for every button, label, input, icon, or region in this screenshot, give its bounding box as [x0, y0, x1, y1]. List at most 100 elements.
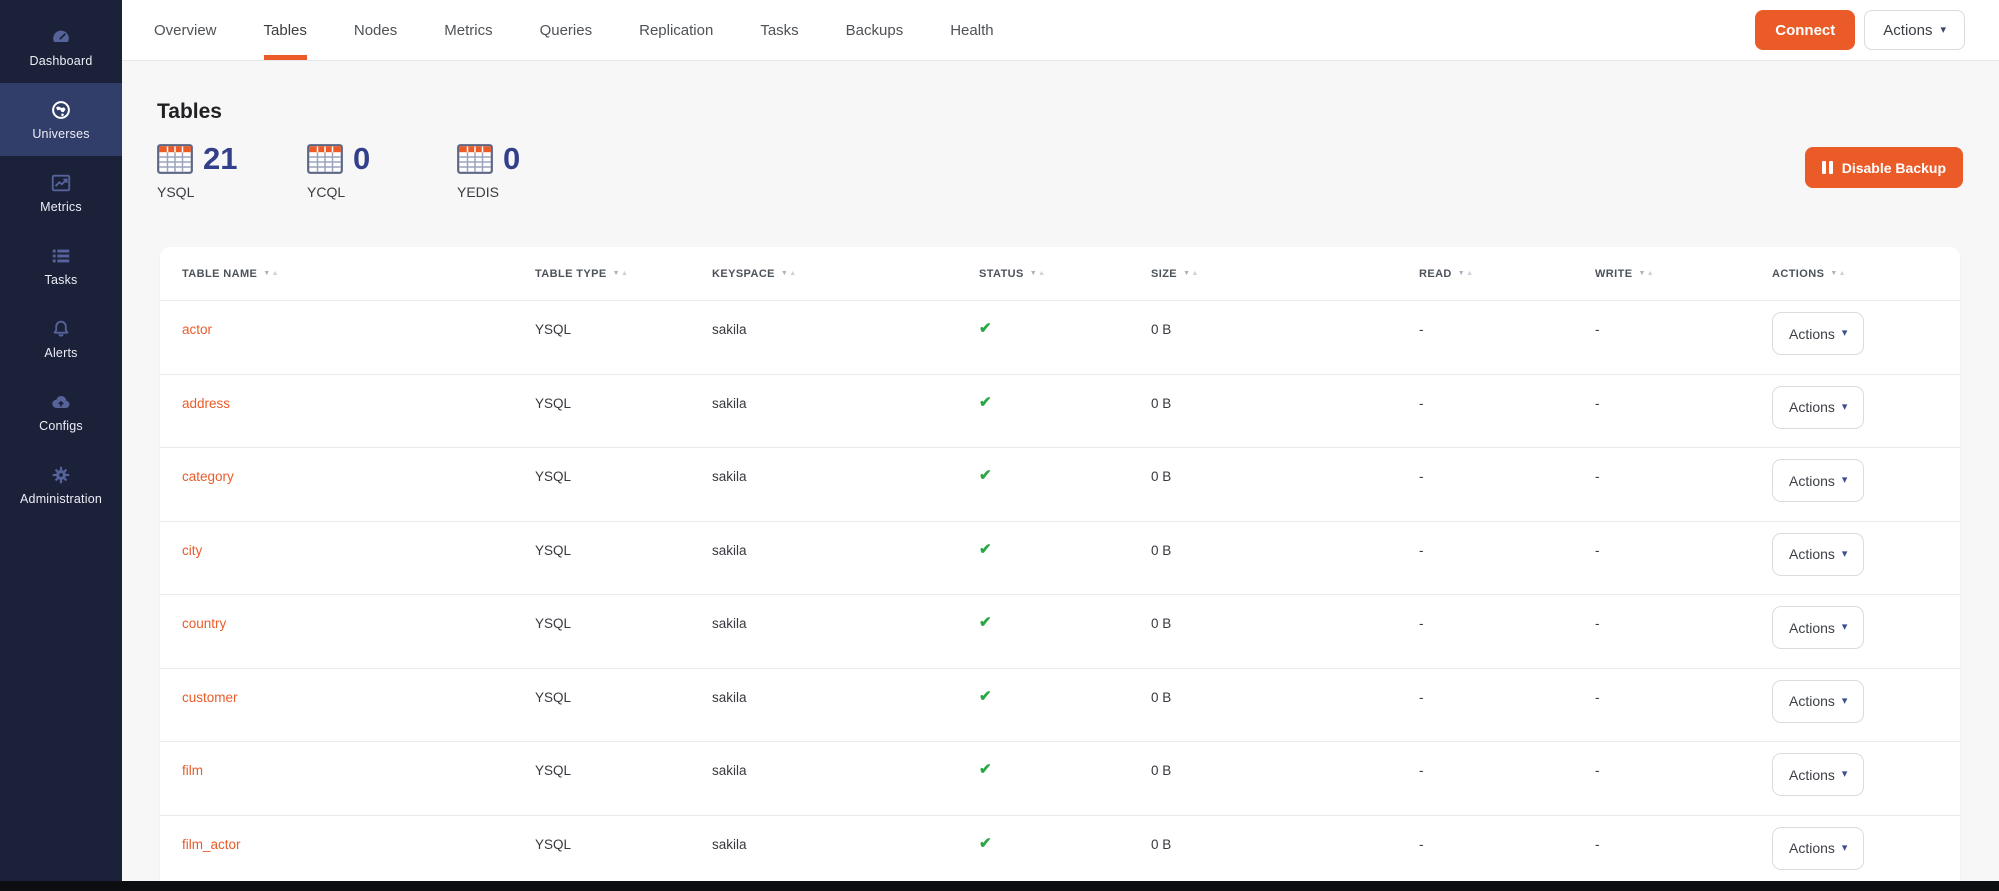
table-name-link[interactable]: film	[182, 763, 203, 778]
tables-list-card: TABLE NAME ▼▲ TABLE TYPE ▼▲ KEYSPACE ▼▲ …	[160, 247, 1960, 891]
chevron-down-icon: ▾	[1842, 328, 1848, 339]
gear-icon	[48, 463, 74, 487]
top-nav: Overview Tables Nodes Metrics Queries Replica…	[122, 0, 1999, 61]
bell-icon	[48, 317, 74, 341]
table-name-link[interactable]: city	[182, 543, 202, 558]
row-actions-button[interactable]: Actions ▾	[1772, 753, 1864, 796]
read-cell: -	[1419, 595, 1595, 668]
row-actions-button[interactable]: Actions ▾	[1772, 827, 1864, 870]
column-header-size[interactable]: SIZE ▼▲	[1151, 268, 1419, 280]
tab-bar: Overview Tables Nodes Metrics Queries Replica…	[154, 0, 994, 60]
row-actions-button[interactable]: Actions ▾	[1772, 680, 1864, 723]
column-header-table-name[interactable]: TABLE NAME ▼▲	[182, 268, 535, 280]
table-type-cell: YSQL	[535, 375, 712, 448]
read-cell: -	[1419, 301, 1595, 374]
tab-nodes[interactable]: Nodes	[354, 0, 397, 60]
table-name-link[interactable]: address	[182, 396, 230, 411]
table-row: film YSQL sakila ✔ 0 B - - Actions ▾	[160, 741, 1960, 815]
keyspace-cell: sakila	[712, 301, 979, 374]
row-actions-button[interactable]: Actions ▾	[1772, 312, 1864, 355]
table-type-cell: YSQL	[535, 595, 712, 668]
tab-backups[interactable]: Backups	[846, 0, 904, 60]
sidebar-item-label: Universes	[32, 127, 89, 141]
sort-icon: ▼▲	[613, 270, 629, 277]
sidebar-item-administration[interactable]: Administration	[0, 448, 122, 521]
row-actions-button[interactable]: Actions ▾	[1772, 386, 1864, 429]
tab-metrics[interactable]: Metrics	[444, 0, 492, 60]
universe-actions-button[interactable]: Actions ▾	[1864, 10, 1965, 50]
table-type-cell: YSQL	[535, 301, 712, 374]
universe-actions-label: Actions	[1883, 22, 1932, 39]
tab-tasks[interactable]: Tasks	[760, 0, 798, 60]
pause-icon	[1822, 161, 1833, 174]
tab-replication[interactable]: Replication	[639, 0, 713, 60]
gauge-icon	[48, 25, 74, 49]
table-name-link[interactable]: category	[182, 469, 234, 484]
read-cell: -	[1419, 742, 1595, 815]
table-name-link[interactable]: customer	[182, 690, 238, 705]
column-header-actions: ACTIONS ▼▲	[1772, 268, 1960, 280]
tab-overview[interactable]: Overview	[154, 0, 217, 60]
tab-queries[interactable]: Queries	[540, 0, 593, 60]
app-window: Dashboard Universes Metrics Tasks Alerts…	[0, 0, 1999, 891]
table-type-cell: YSQL	[535, 522, 712, 595]
row-actions-button[interactable]: Actions ▾	[1772, 459, 1864, 502]
sort-icon: ▼▲	[781, 270, 797, 277]
row-actions-button[interactable]: Actions ▾	[1772, 533, 1864, 576]
sidebar-item-label: Metrics	[40, 200, 82, 214]
stat-value: 0	[503, 144, 520, 174]
table-name-link[interactable]: film_actor	[182, 837, 241, 852]
table-name-link[interactable]: actor	[182, 322, 212, 337]
tab-tables[interactable]: Tables	[264, 0, 307, 60]
table-type-cell: YSQL	[535, 448, 712, 521]
sidebar-item-alerts[interactable]: Alerts	[0, 302, 122, 375]
size-cell: 0 B	[1151, 375, 1419, 448]
read-cell: -	[1419, 375, 1595, 448]
table-icon	[457, 144, 493, 174]
connect-button[interactable]: Connect	[1755, 10, 1855, 50]
status-ok-icon: ✔	[979, 320, 992, 337]
size-cell: 0 B	[1151, 669, 1419, 742]
column-header-keyspace[interactable]: KEYSPACE ▼▲	[712, 268, 979, 280]
table-count-stats: 21 YSQL 0 YCQL 0 YEDIS	[157, 144, 607, 200]
write-cell: -	[1595, 448, 1772, 521]
sidebar-item-universes[interactable]: Universes	[0, 83, 122, 156]
chevron-down-icon: ▾	[1842, 402, 1848, 413]
chevron-down-icon: ▾	[1842, 549, 1848, 560]
sidebar-item-label: Tasks	[45, 273, 78, 287]
sort-icon: ▼▲	[1830, 270, 1846, 277]
disable-backup-button[interactable]: Disable Backup	[1805, 147, 1963, 188]
write-cell: -	[1595, 669, 1772, 742]
read-cell: -	[1419, 669, 1595, 742]
sidebar-item-configs[interactable]: Configs	[0, 375, 122, 448]
sidebar-item-metrics[interactable]: Metrics	[0, 156, 122, 229]
page-title: Tables	[157, 100, 222, 124]
table-header-row: TABLE NAME ▼▲ TABLE TYPE ▼▲ KEYSPACE ▼▲ …	[160, 247, 1960, 300]
sidebar-item-tasks[interactable]: Tasks	[0, 229, 122, 302]
stat-value: 0	[353, 144, 370, 174]
sidebar-item-dashboard[interactable]: Dashboard	[0, 10, 122, 83]
column-header-status: STATUS ▼▲	[979, 268, 1151, 280]
tab-health[interactable]: Health	[950, 0, 993, 60]
column-header-table-type[interactable]: TABLE TYPE ▼▲	[535, 268, 712, 280]
size-cell: 0 B	[1151, 816, 1419, 889]
stat-label: YCQL	[307, 184, 457, 200]
cloud-upload-icon	[48, 390, 74, 414]
chevron-down-icon: ▾	[1842, 696, 1848, 707]
globe-icon	[48, 98, 74, 122]
table-body: actor YSQL sakila ✔ 0 B - - Actions ▾ ad…	[160, 300, 1960, 888]
stat-yedis: 0 YEDIS	[457, 144, 607, 200]
write-cell: -	[1595, 522, 1772, 595]
sort-icon: ▼▲	[1183, 270, 1199, 277]
read-cell: -	[1419, 816, 1595, 889]
write-cell: -	[1595, 742, 1772, 815]
table-name-link[interactable]: country	[182, 616, 226, 631]
write-cell: -	[1595, 595, 1772, 668]
sidebar-item-label: Dashboard	[30, 54, 93, 68]
table-row: country YSQL sakila ✔ 0 B - - Actions ▾	[160, 594, 1960, 668]
size-cell: 0 B	[1151, 301, 1419, 374]
read-cell: -	[1419, 522, 1595, 595]
row-actions-button[interactable]: Actions ▾	[1772, 606, 1864, 649]
status-ok-icon: ✔	[979, 835, 992, 852]
status-ok-icon: ✔	[979, 394, 992, 411]
